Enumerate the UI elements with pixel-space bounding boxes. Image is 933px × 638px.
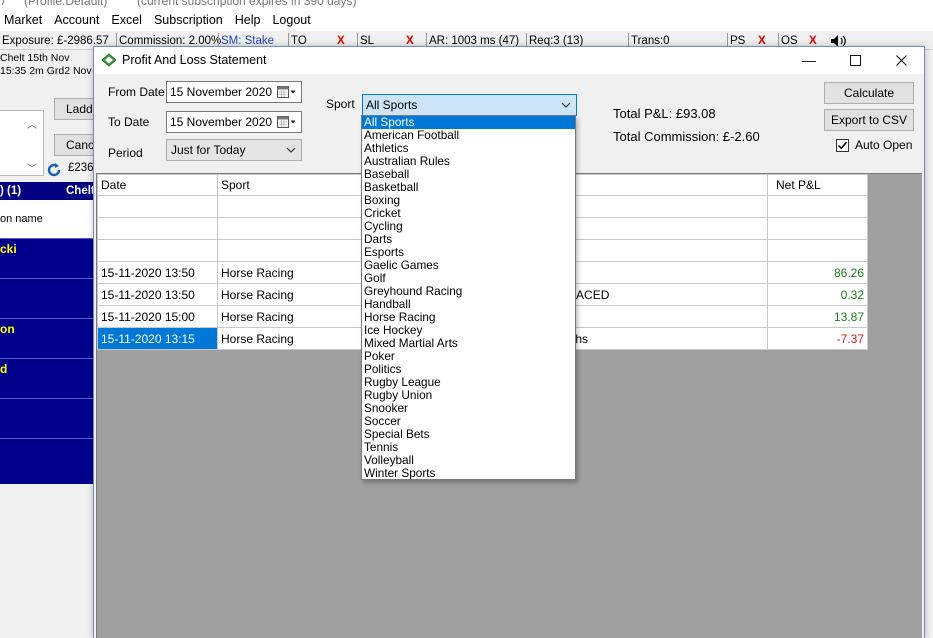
balance-amount: £236 xyxy=(68,162,94,174)
app-title-profile: (Profile:Default) xyxy=(24,0,108,8)
runner-row[interactable] xyxy=(0,438,96,484)
scroll-up-icon[interactable]: ︿ xyxy=(27,116,37,131)
sport-value: All Sports xyxy=(366,98,418,112)
runner-row[interactable]: d xyxy=(0,358,96,398)
refresh-icon[interactable] xyxy=(46,162,62,178)
auto-open-checkbox[interactable] xyxy=(836,138,849,152)
calendar-dropdown-icon[interactable] xyxy=(277,115,297,129)
market-header-count: ) (1) xyxy=(0,185,22,197)
row-date[interactable]: 15-11-2020 13:50 xyxy=(97,283,218,306)
scroll-down-icon[interactable]: ﹀ xyxy=(27,160,37,175)
minimize-button[interactable]: — xyxy=(786,47,832,74)
market-header: ) (1) Chelt xyxy=(0,182,96,200)
auto-open-label: Auto Open xyxy=(855,138,913,152)
maximize-button[interactable] xyxy=(832,47,878,74)
calculate-button[interactable]: Calculate xyxy=(824,82,914,104)
event-line-2: 15:35 2m Grd2 Nov xyxy=(0,65,92,77)
cancel-button[interactable]: Cancel xyxy=(54,134,96,156)
app-title-bar: / (Profile:Default) (current subscriptio… xyxy=(0,0,933,9)
from-date-label: From Date xyxy=(108,85,165,99)
market-panel: ︿ ﹀ Ladder Cancel £236 ) (1) Chelt on na… xyxy=(0,96,96,638)
period-value: Just for Today xyxy=(171,143,246,157)
selection-name-header: on name xyxy=(0,200,96,238)
export-csv-button[interactable]: Export to CSV xyxy=(824,109,914,131)
column-header-sport[interactable]: Sport xyxy=(217,174,364,196)
total-pl: Total P&L: £93.08 xyxy=(613,106,716,121)
runner-row[interactable] xyxy=(0,278,96,318)
row-net-pl[interactable]: 86.26 xyxy=(767,261,868,284)
close-button[interactable] xyxy=(878,47,924,74)
menu-excel[interactable]: Excel xyxy=(105,13,148,27)
chevron-down-icon xyxy=(286,147,296,153)
app-title-fragment: / xyxy=(2,0,6,8)
menu-help[interactable]: Help xyxy=(229,13,267,27)
sport-label: Sport xyxy=(326,97,355,111)
row-net-pl[interactable]: 13.87 xyxy=(767,305,868,328)
runner-row[interactable]: on xyxy=(0,318,96,358)
menu-subscription[interactable]: Subscription xyxy=(148,13,229,27)
total-commission: Total Commission: £-2.60 xyxy=(613,129,760,144)
to-date-label: To Date xyxy=(108,115,150,129)
menu-market[interactable]: Market xyxy=(0,13,48,27)
sport-option[interactable]: Cycling xyxy=(362,220,575,233)
menu-bar: Market Account Excel Subscription Help L… xyxy=(0,9,933,31)
to-date-picker[interactable]: 15 November 2020 xyxy=(166,111,302,133)
event-line-1: Chelt 15th Nov xyxy=(0,52,70,64)
app-logo-icon xyxy=(101,53,117,67)
to-date-value: 15 November 2020 xyxy=(170,115,273,129)
runner-row[interactable]: cki xyxy=(0,238,96,278)
market-header-name: Chelt xyxy=(66,185,95,197)
chevron-down-icon xyxy=(561,102,571,108)
dialog-title-bar: Profit And Loss Statement — xyxy=(94,47,924,74)
runner-row[interactable] xyxy=(0,398,96,438)
sport-dropdown-list: All Sports American Football Athletics Aust… xyxy=(361,115,576,480)
row-sport[interactable]: Horse Racing xyxy=(217,261,364,284)
column-header-net-pl[interactable]: Net P&L xyxy=(767,174,868,196)
row-sport[interactable]: Horse Racing xyxy=(217,283,364,306)
event-info: Chelt 15th Nov 15:35 2m Grd2 Nov xyxy=(0,52,96,80)
row-sport[interactable]: Horse Racing xyxy=(217,305,364,328)
row-net-pl[interactable]: 0.32 xyxy=(767,283,868,306)
row-sport[interactable]: Horse Racing xyxy=(217,327,364,350)
row-date[interactable]: 15-11-2020 13:15 xyxy=(97,327,218,350)
calendar-dropdown-icon[interactable] xyxy=(277,85,297,99)
period-select[interactable]: Just for Today xyxy=(166,139,302,161)
period-label: Period xyxy=(108,146,143,160)
auto-open-option[interactable]: Auto Open xyxy=(836,137,912,153)
dialog-title: Profit And Loss Statement xyxy=(122,53,267,67)
menu-logout[interactable]: Logout xyxy=(266,13,316,27)
ladder-button[interactable]: Ladder xyxy=(54,98,96,120)
column-header-date[interactable]: Date xyxy=(97,174,218,196)
row-net-pl[interactable]: -7.37 xyxy=(767,327,868,350)
app-title-subscription: (current subscription expires in 390 day… xyxy=(137,0,357,8)
from-date-picker[interactable]: 15 November 2020 xyxy=(166,81,302,103)
sport-option[interactable]: Winter Sports xyxy=(362,467,575,480)
row-date[interactable]: 15-11-2020 13:50 xyxy=(97,261,218,284)
row-date[interactable]: 15-11-2020 15:00 xyxy=(97,305,218,328)
sport-select[interactable]: All Sports xyxy=(362,94,577,116)
from-date-value: 15 November 2020 xyxy=(170,85,273,99)
menu-account[interactable]: Account xyxy=(48,13,105,27)
sport-option[interactable]: Gaelic Games xyxy=(362,259,575,272)
market-list-scrollbar[interactable]: ︿ ﹀ xyxy=(23,110,41,190)
checkmark-icon xyxy=(837,141,848,149)
